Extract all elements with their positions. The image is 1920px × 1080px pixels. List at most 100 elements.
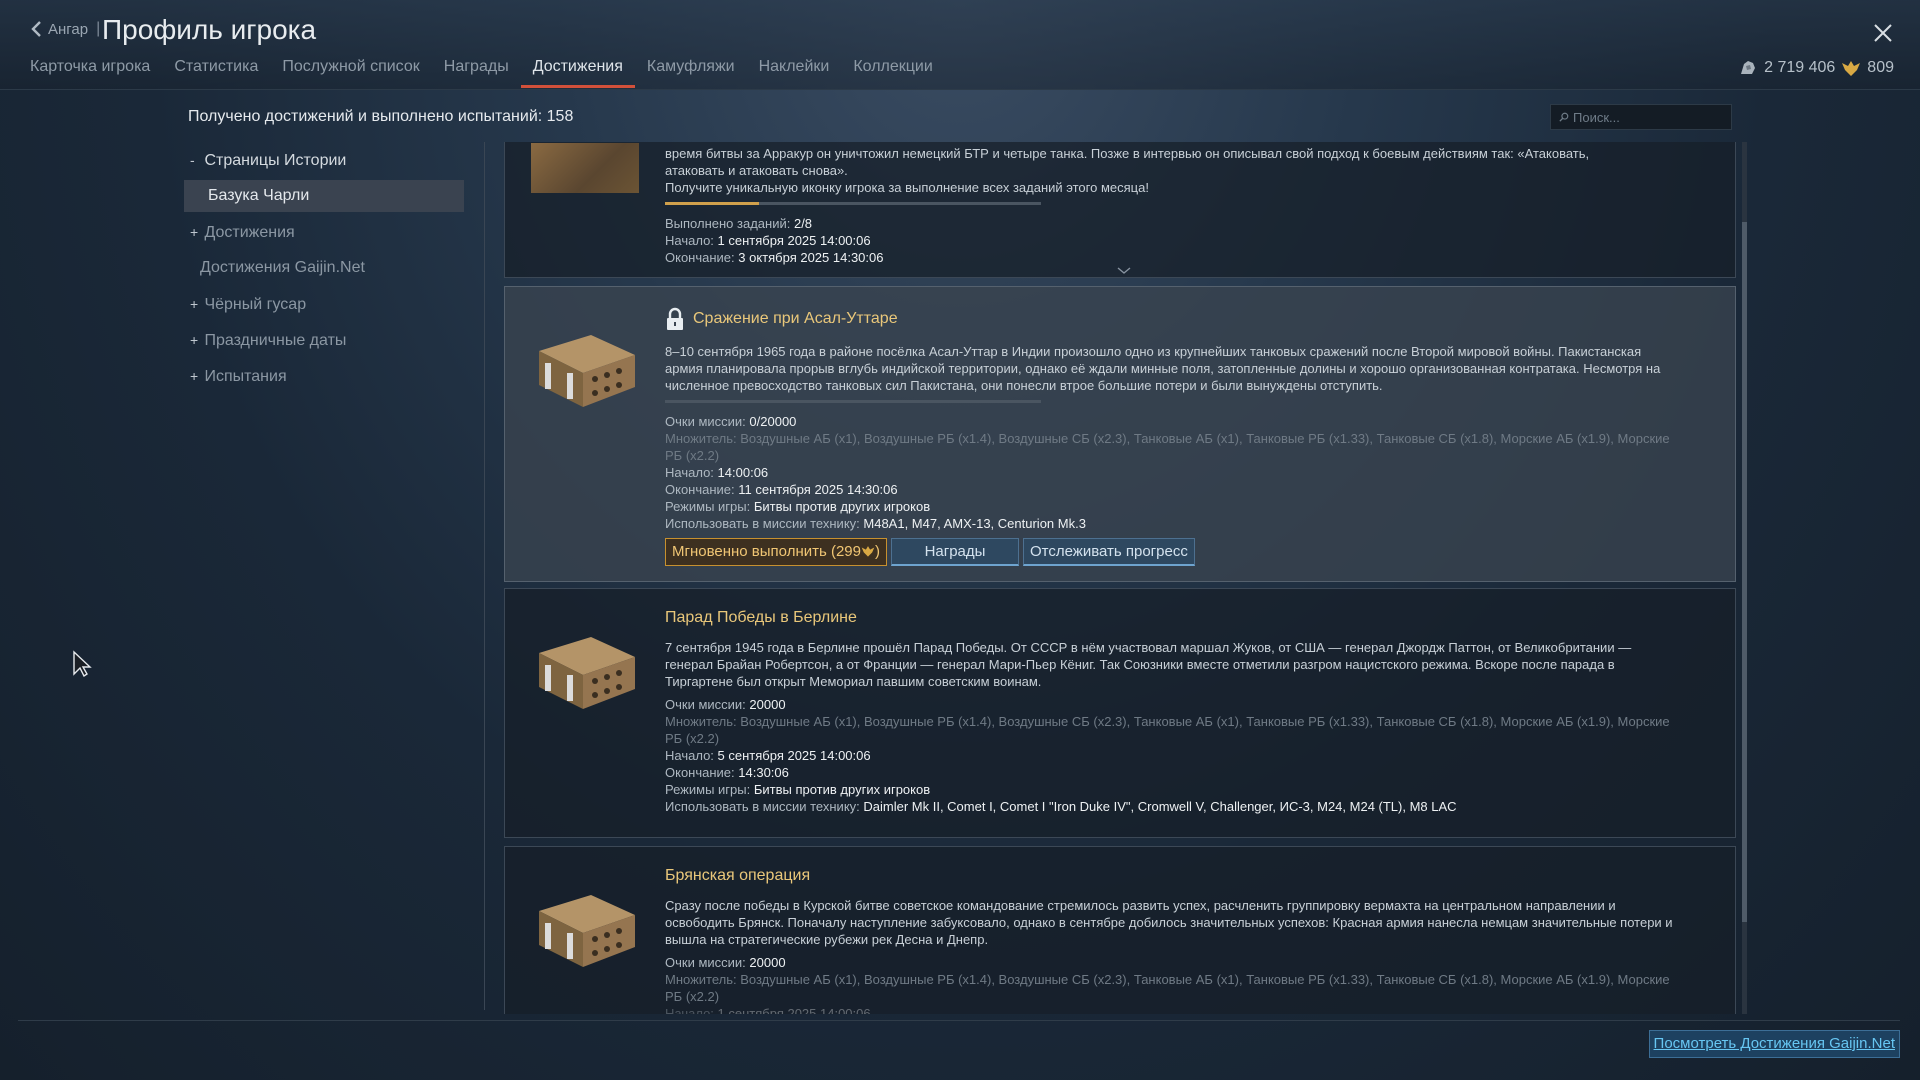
tab-collections[interactable]: Коллекции [841, 54, 944, 88]
lock-icon [667, 307, 683, 330]
list-scrollbar[interactable] [1742, 142, 1747, 1014]
tasks-progress-bar [665, 202, 1041, 205]
achievement-card-berlin-parade[interactable]: Парад Победы в Берлине 7 сентября 1945 г… [504, 588, 1736, 838]
card-actions: Мгновенно выполнить (299) Награды Отслеж… [665, 538, 1675, 566]
end-label: Окончание: [665, 482, 735, 497]
sidebar-item-label: Испытания [204, 368, 287, 385]
multiplier-line: Множитель: Воздушные АБ (x1), Воздушные … [665, 431, 1670, 463]
tab-awards[interactable]: Награды [432, 54, 521, 88]
chevron-left-icon [31, 21, 41, 37]
rewards-button[interactable]: Награды [891, 538, 1019, 566]
vehicles-value: Daimler Mk II, Comet I, Comet I "Iron Du… [863, 799, 1457, 814]
card-description-line: время битвы за Арракур он уничтожил неме… [665, 146, 1590, 161]
tab-decals[interactable]: Наклейки [747, 54, 842, 88]
collapse-marker: - [190, 152, 195, 168]
search-input[interactable] [1573, 109, 1723, 125]
profile-tabs: Карточка игрока Статистика Послужной спи… [18, 54, 945, 88]
sidebar-item-label: Чёрный гусар [204, 296, 307, 313]
card-title: Брянская операция [665, 867, 811, 884]
tab-player-card[interactable]: Карточка игрока [18, 54, 162, 88]
modes-value: Битвы против других игроков [753, 782, 931, 797]
sidebar-item-label: Праздничные даты [204, 332, 347, 349]
track-progress-button[interactable]: Отслеживать прогресс [1023, 538, 1195, 566]
crate-image [531, 623, 639, 713]
search-icon [1559, 112, 1569, 122]
sidebar-item-history-pages[interactable]: - Страницы Истории [184, 142, 464, 178]
points-line: Очки миссии: 20000 [665, 954, 1675, 971]
back-to-hangar-button[interactable]: Ангар | [30, 20, 100, 38]
vehicles-label: Использовать в миссии технику: [665, 799, 860, 814]
points-value: 20000 [749, 697, 786, 712]
start-line: Начало: 1 сентября 2025 14:00:06 [665, 1005, 1675, 1014]
start-value: 14:00:06 [717, 465, 769, 480]
sidebar-item-challenges[interactable]: + Испытания [184, 358, 464, 394]
start-label: Начало: [665, 1006, 714, 1014]
silver-lions-value: 2 719 406 [1764, 59, 1836, 76]
golden-eagle-icon [861, 546, 875, 557]
end-label: Окончание: [665, 765, 735, 780]
tab-camouflages[interactable]: Камуфляжи [635, 54, 747, 88]
modes-line: Режимы игры: Битвы против других игроков [665, 781, 1675, 798]
card-title-row: Сражение при Асал-Уттаре [665, 307, 1675, 331]
sidebar: - Страницы Истории Базука Чарли + Достиж… [184, 142, 464, 394]
tab-statistics[interactable]: Статистика [162, 54, 270, 88]
sidebar-item-label: Достижения [204, 224, 295, 241]
back-label: Ангар [48, 20, 89, 38]
instant-complete-button[interactable]: Мгновенно выполнить (299) [665, 538, 887, 566]
close-button[interactable] [1872, 22, 1894, 44]
sidebar-item-bazooka-charlie[interactable]: Базука Чарли [184, 180, 464, 212]
card-description: 7 сентября 1945 года в Берлине прошёл Па… [665, 640, 1632, 689]
top-bar: Ангар | Профиль игрока Карточка игрока С… [0, 0, 1920, 90]
tasks-value: 2/8 [793, 216, 813, 231]
expand-marker: + [190, 332, 199, 348]
view-gaijin-achievements-link[interactable]: Посмотреть Достижения Gaijin.Net [1648, 1030, 1900, 1058]
expand-chevron-icon[interactable] [1117, 267, 1131, 275]
achievement-card-bazooka-charlie[interactable]: время битвы за Арракур он уничтожил неме… [504, 142, 1736, 278]
scrollbar-thumb[interactable] [1742, 222, 1747, 922]
modes-label: Режимы игры: [665, 782, 751, 797]
modes-value: Битвы против других игроков [753, 499, 931, 514]
sidebar-item-label: Страницы Истории [204, 152, 347, 169]
end-value: 11 сентября 2025 14:30:06 [738, 482, 898, 497]
title-separator: | [96, 20, 101, 37]
points-label: Очки миссии: [665, 414, 746, 429]
sidebar-divider [484, 142, 485, 1010]
start-line: Начало: 5 сентября 2025 14:00:06 [665, 747, 1675, 764]
sidebar-item-achievements[interactable]: + Достижения [184, 214, 464, 250]
soldier-portrait-image [531, 143, 639, 193]
end-value: 3 октября 2025 14:30:06 [738, 250, 884, 265]
vehicles-line: Использовать в миссии технику: Daimler M… [665, 798, 1675, 815]
start-value: 5 сентября 2025 14:00:06 [717, 748, 871, 763]
points-label: Очки миссии: [665, 955, 746, 970]
achievement-card-bryansk-operation[interactable]: Брянская операция Сразу после победы в К… [504, 846, 1736, 1014]
search-box[interactable] [1550, 104, 1732, 130]
end-line: Окончание: 14:30:06 [665, 764, 1675, 781]
card-title: Сражение при Асал-Уттаре [693, 310, 898, 327]
card-description-line: атаковать и атаковать снова». [665, 163, 848, 178]
points-value: 0/20000 [749, 414, 797, 429]
achievements-list: время битвы за Арракур он уничтожил неме… [504, 142, 1740, 1014]
points-line: Очки миссии: 0/20000 [665, 413, 1675, 430]
start-line: Начало: 14:00:06 [665, 464, 1675, 481]
sidebar-item-black-hussar[interactable]: + Чёрный гусар [184, 286, 464, 322]
tasks-progress-fill [665, 202, 759, 205]
expand-marker: + [190, 224, 199, 240]
vehicles-label: Использовать в миссии технику: [665, 516, 860, 531]
points-line: Очки миссии: 20000 [665, 696, 1675, 713]
multiplier-line: Множитель: Воздушные АБ (x1), Воздушные … [665, 972, 1670, 1004]
sidebar-item-gaijin-achievements[interactable]: Достижения Gaijin.Net [184, 250, 464, 286]
card-reward-text: Получите уникальную иконку игрока за вып… [665, 180, 1149, 195]
crate-image [531, 321, 639, 411]
tab-service-record[interactable]: Послужной список [270, 54, 431, 88]
multiplier-line: Множитель: Воздушные АБ (x1), Воздушные … [665, 714, 1670, 746]
end-line: Окончание: 11 сентября 2025 14:30:06 [665, 481, 1675, 498]
achievement-card-asal-uttar[interactable]: Сражение при Асал-Уттаре 8–10 сентября 1… [504, 286, 1736, 582]
expand-marker: + [190, 296, 199, 312]
sidebar-item-holidays[interactable]: + Праздничные даты [184, 322, 464, 358]
tab-achievements[interactable]: Достижения [520, 54, 636, 88]
currency-display: 2 719 406 809 [1738, 58, 1894, 78]
instant-complete-label: Мгновенно выполнить (299 [672, 543, 861, 560]
close-icon [1874, 24, 1892, 42]
end-value: 14:30:06 [738, 765, 789, 780]
card-description: Сразу после победы в Курской битве совет… [665, 898, 1673, 947]
